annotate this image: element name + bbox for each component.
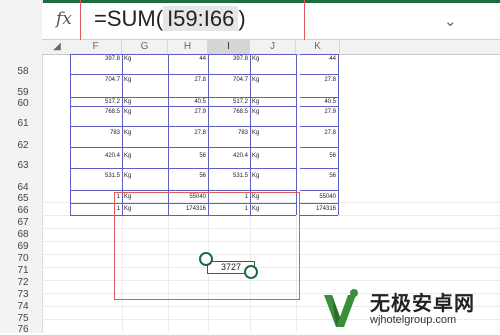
table-cell[interactable]: 531.5 (208, 172, 250, 180)
table-cell[interactable]: 704.7 (70, 76, 122, 84)
table-cell[interactable]: Kg (250, 129, 296, 137)
column-header-bar: ◢ F G H I J K (42, 40, 500, 55)
table-border (300, 215, 338, 216)
row-header[interactable]: 59 (4, 87, 42, 98)
table-cell[interactable]: Kg (250, 76, 296, 84)
table-cell[interactable]: Kg (122, 55, 168, 63)
table-cell[interactable]: 44 (296, 55, 338, 63)
table-cell[interactable]: 420.4 (208, 152, 250, 160)
table-border (70, 74, 296, 75)
table-cell[interactable]: Kg (122, 98, 168, 106)
row-header[interactable]: 71 (4, 265, 42, 276)
chevron-down-icon[interactable]: ⌄ (444, 12, 457, 30)
table-cell[interactable]: 768.5 (208, 108, 250, 116)
table-cell[interactable]: Kg (250, 172, 296, 180)
row-header[interactable]: 67 (4, 217, 42, 228)
table-cell[interactable]: Kg (122, 76, 168, 84)
table-cell[interactable]: 44 (168, 55, 208, 63)
column-header-i[interactable]: I (208, 40, 250, 54)
table-cell[interactable]: Kg (122, 129, 168, 137)
table-border (70, 190, 296, 191)
row-header[interactable]: 75 (4, 313, 42, 324)
table-cell[interactable]: Kg (250, 55, 296, 63)
row-header[interactable]: 62 (4, 140, 42, 151)
table-cell[interactable]: Kg (122, 152, 168, 160)
table-cell[interactable]: 27.9 (168, 108, 208, 116)
row-header[interactable]: 72 (4, 277, 42, 288)
column-header-k[interactable]: K (296, 40, 340, 54)
row-header[interactable]: 63 (4, 160, 42, 171)
table-cell[interactable]: 27.8 (168, 76, 208, 84)
table-border (338, 54, 339, 215)
column-header-j[interactable]: J (250, 40, 296, 54)
table-cell[interactable]: 768.5 (70, 108, 122, 116)
table-cell[interactable]: 517.2 (208, 98, 250, 106)
selection-handle-start[interactable] (199, 252, 213, 266)
table-cell[interactable]: Kg (122, 172, 168, 180)
table-border (300, 126, 338, 127)
table-cell[interactable]: 174316 (296, 205, 338, 213)
table-border (300, 190, 338, 191)
table-border (300, 147, 338, 148)
table-cell[interactable]: 397.8 (208, 55, 250, 63)
table-cell[interactable]: Kg (250, 108, 296, 116)
table-border (70, 147, 296, 148)
fx-icon[interactable]: fx (56, 9, 72, 29)
table-cell[interactable]: 56 (168, 152, 208, 160)
table-cell[interactable]: 56 (168, 172, 208, 180)
table-border (300, 168, 338, 169)
table-cell[interactable]: 56 (296, 172, 338, 180)
row-header[interactable]: 61 (4, 118, 42, 129)
table-cell[interactable]: 420.4 (70, 152, 122, 160)
highlight-box (114, 192, 300, 300)
table-cell[interactable]: 531.5 (70, 172, 122, 180)
table-cell[interactable]: 27.9 (296, 108, 338, 116)
watermark-logo-icon (324, 289, 358, 327)
row-header[interactable]: 64 (4, 182, 42, 193)
row-header[interactable]: 68 (4, 229, 42, 240)
column-header-g[interactable]: G (122, 40, 168, 54)
row-header[interactable]: 58 (4, 66, 42, 77)
table-border (300, 106, 338, 107)
table-border (70, 106, 296, 107)
row-header[interactable]: 69 (4, 241, 42, 252)
table-cell[interactable]: Kg (122, 108, 168, 116)
row-header[interactable]: 60 (4, 98, 42, 109)
table-cell[interactable]: 27.8 (168, 129, 208, 137)
table-cell[interactable]: 27.8 (296, 76, 338, 84)
watermark-title: 无极安卓网 (370, 293, 475, 315)
table-cell[interactable]: 783 (70, 129, 122, 137)
table-border (300, 74, 338, 75)
row-header[interactable]: 65 (4, 193, 42, 204)
table-cell[interactable]: 704.7 (208, 76, 250, 84)
column-header-f[interactable]: F (70, 40, 122, 54)
table-border (300, 203, 338, 204)
table-cell[interactable]: 40.5 (296, 98, 338, 106)
row-header[interactable]: 74 (4, 301, 42, 312)
watermark-url: wjhotelgroup.com (370, 314, 457, 326)
table-border (70, 126, 296, 127)
table-cell[interactable]: 40.5 (168, 98, 208, 106)
row-header[interactable]: 70 (4, 253, 42, 264)
table-cell[interactable]: 56 (296, 152, 338, 160)
table-cell[interactable]: Kg (250, 98, 296, 106)
table-cell[interactable]: 517.2 (70, 98, 122, 106)
select-all-corner-icon[interactable]: ◢ (50, 40, 64, 54)
table-cell[interactable]: 397.8 (70, 55, 122, 63)
table-cell[interactable]: Kg (250, 152, 296, 160)
table-cell[interactable]: 27.8 (296, 129, 338, 137)
selection-handle-end[interactable] (244, 265, 258, 279)
column-header-h[interactable]: H (168, 40, 208, 54)
formula-bar[interactable]: fx =SUM(I59:I66) ⌄ (42, 0, 500, 46)
row-header[interactable]: 76 (4, 324, 42, 335)
table-cell[interactable]: 55040 (296, 193, 338, 201)
row-header[interactable]: 73 (4, 289, 42, 300)
row-header[interactable]: 66 (4, 205, 42, 216)
table-cell[interactable]: 783 (208, 129, 250, 137)
table-border (70, 168, 296, 169)
watermark: 无极安卓网 wjhotelgroup.com (318, 285, 500, 333)
